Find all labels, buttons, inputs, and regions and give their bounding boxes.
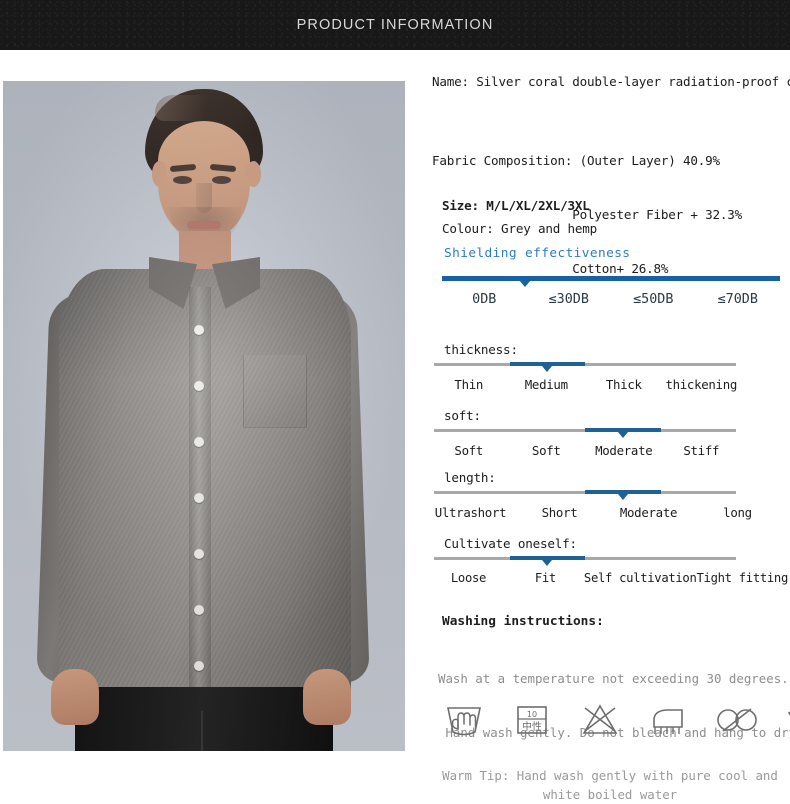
scale-cultivate-marker [542,560,553,566]
no-bleach-icon [578,698,622,744]
scale-cultivate-options: Loose Fit Self cultivation Tight fitting [430,571,788,585]
scale-option[interactable]: Thick [585,377,663,392]
shielding-label: ≤50DB [633,292,674,307]
scale-thickness[interactable]: thickness: Thin Medium Thick thickening [430,342,790,392]
page-title: PRODUCT INFORMATION [296,17,494,33]
scale-thickness-label: thickness: [444,342,518,357]
product-name: Name: Silver coral double-layer radiatio… [432,74,790,89]
scale-option[interactable]: Tight fitting [697,571,789,585]
scale-thickness-options: Thin Medium Thick thickening [430,377,740,392]
scale-length[interactable]: length: Ultrashort Short Moderate long [430,470,790,520]
colour-line: Colour: Grey and hemp [442,221,598,236]
page-body: Name: Silver coral double-layer radiatio… [0,50,790,802]
scale-option[interactable]: Soft [430,443,508,458]
warm-tip-line: white boiled water [542,787,678,802]
shielding-label: 0DB [472,292,497,307]
scale-cultivate-track[interactable] [434,556,736,566]
scale-length-marker [617,494,628,500]
scale-length-options: Ultrashort Short Moderate long [426,505,782,520]
product-photo [3,81,405,751]
scale-option[interactable]: Loose [430,571,507,585]
scale-option[interactable]: Soft [508,443,586,458]
scale-option[interactable]: Short [515,505,604,520]
scale-option[interactable]: Moderate [604,505,693,520]
scale-length-label: length: [444,470,496,485]
scale-length-track[interactable] [434,490,736,500]
scale-soft[interactable]: soft: Soft Soft Moderate Stiff [430,408,790,458]
warm-tip-line: Warm Tip: Hand wash gently with pure coo… [442,768,778,783]
care-symbols: 10 中性 [442,698,790,744]
scale-option[interactable]: Ultrashort [426,505,515,520]
scale-soft-track[interactable] [434,428,736,438]
scale-option[interactable]: Thin [430,377,508,392]
drip-dry-garment-icon [782,698,790,744]
neutral-detergent-icon: 10 中性 [510,698,554,744]
iron-icon [646,698,690,744]
photo-vignette [3,81,405,751]
shielding-label: ≤30DB [548,292,589,307]
detergent-type-label: 中性 [522,720,542,733]
scale-option[interactable]: long [693,505,782,520]
shielding-scale-labels: 0DB ≤30DB ≤50DB ≤70DB [442,292,780,307]
scale-soft-marker [617,432,628,438]
scale-option[interactable]: Moderate [585,443,663,458]
shielding-effectiveness-title: Shielding effectiveness [444,246,631,261]
washing-instructions-title: Washing instructions: [442,614,604,629]
scale-option[interactable]: thickening [663,377,741,392]
fabric-line: Fabric Composition: (Outer Layer) 40.9% [432,153,720,168]
scale-soft-label: soft: [444,408,481,423]
detergent-temp-label: 10 [527,710,537,719]
washing-line: Wash at a temperature not exceeding 30 d… [438,671,789,686]
page-header: PRODUCT INFORMATION [0,0,790,50]
scale-option[interactable]: Fit [507,571,584,585]
scale-cultivate-label: Cultivate oneself: [444,536,577,551]
size-line: Size: M/L/XL/2XL/3XL [442,198,590,213]
shielding-label: ≤70DB [717,292,758,307]
shielding-scale[interactable]: 0DB ≤30DB ≤50DB ≤70DB [442,276,782,307]
scale-cultivate-oneself[interactable]: Cultivate oneself: Loose Fit Self cultiv… [430,536,790,585]
no-tumble-dry-icon [714,698,758,744]
hand-wash-icon [442,698,486,744]
product-info-column: Name: Silver coral double-layer radiatio… [430,50,790,762]
scale-thickness-track[interactable] [434,362,736,372]
scale-thickness-marker [542,366,553,372]
scale-option[interactable]: Medium [508,377,586,392]
shielding-scale-track[interactable] [442,276,780,287]
scale-option[interactable]: Stiff [663,443,741,458]
warm-tip: Warm Tip: Hand wash gently with pure coo… [430,766,790,804]
scale-soft-options: Soft Soft Moderate Stiff [430,443,740,458]
shielding-scale-marker [518,280,531,287]
scale-option[interactable]: Self cultivation [584,571,697,585]
